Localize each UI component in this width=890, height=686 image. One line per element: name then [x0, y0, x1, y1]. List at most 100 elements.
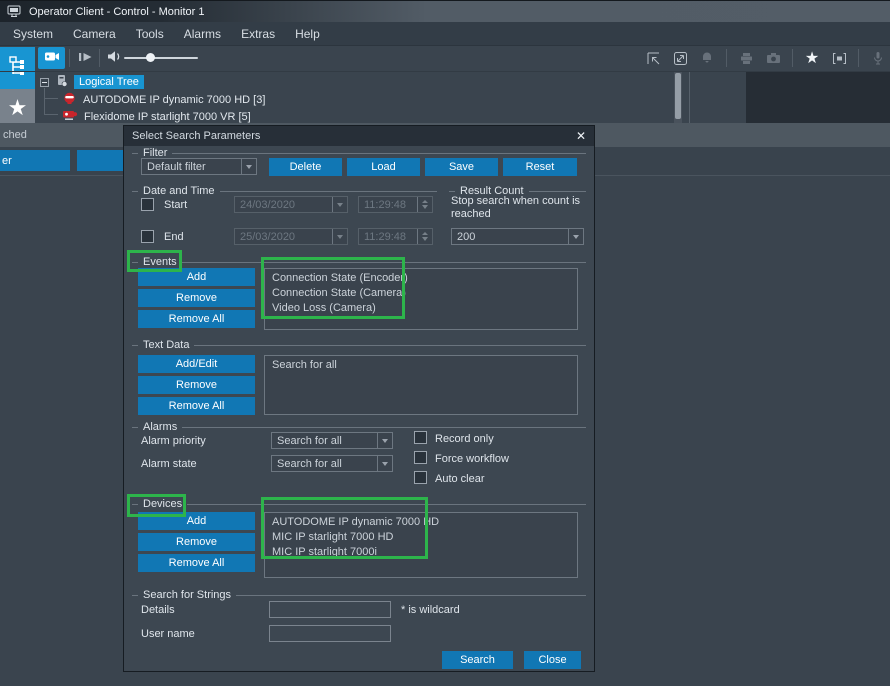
star-icon[interactable]: ★ — [804, 48, 820, 68]
force-workflow-label: Force workflow — [435, 453, 509, 465]
username-label: User name — [141, 628, 195, 640]
instant-playback-button[interactable] — [75, 49, 95, 67]
snapshot-icon[interactable] — [765, 52, 781, 64]
events-remove-all-button[interactable]: Remove All — [138, 310, 255, 328]
start-date-value: 24/03/2020 — [240, 199, 295, 211]
record-only-checkbox[interactable] — [414, 431, 427, 444]
sidebar-tab-favorites[interactable]: ★ — [0, 89, 35, 126]
alarm-bell-icon[interactable] — [699, 51, 715, 65]
end-checkbox[interactable] — [141, 230, 154, 243]
delete-button[interactable]: Delete — [269, 158, 342, 176]
username-input[interactable] — [269, 625, 391, 642]
load-button[interactable]: Load — [347, 158, 420, 176]
window-title: Operator Client - Control - Monitor 1 — [29, 6, 204, 18]
text-data-remove-all-button[interactable]: Remove All — [138, 397, 255, 415]
tree-item-autodome[interactable]: AUTODOME IP dynamic 7000 HD [3] — [62, 92, 265, 108]
start-date-select[interactable]: 24/03/2020 — [234, 196, 348, 213]
app-window: Operator Client - Control - Monitor 1 Sy… — [0, 0, 890, 686]
text-data-group-header: Text Data — [132, 339, 586, 351]
devices-remove-all-button[interactable]: Remove All — [138, 554, 255, 572]
menu-system[interactable]: System — [4, 24, 62, 44]
devices-remove-button[interactable]: Remove — [138, 533, 255, 551]
box-camera-icon — [62, 109, 78, 124]
collapse-icon[interactable] — [40, 78, 49, 87]
image-pane-icon[interactable] — [831, 52, 847, 65]
volume-button[interactable] — [104, 49, 124, 67]
instant-playback-icon — [77, 51, 93, 66]
search-button[interactable]: Search — [442, 651, 513, 669]
start-checkbox[interactable] — [141, 198, 154, 211]
save-button[interactable]: Save — [425, 158, 498, 176]
chevron-down-icon[interactable] — [241, 159, 256, 174]
server-icon — [55, 74, 68, 90]
dialog-title: Select Search Parameters — [132, 130, 260, 142]
end-date-value: 25/03/2020 — [240, 231, 295, 243]
end-time-spinner[interactable]: 11:29:48 — [358, 228, 433, 245]
auto-clear-checkbox[interactable] — [414, 471, 427, 484]
sidebar-tab-logical-tree[interactable] — [0, 47, 35, 89]
alarm-priority-label: Alarm priority — [141, 435, 206, 447]
alarm-priority-select[interactable]: Search for all — [271, 432, 393, 449]
spinner-arrows-icon[interactable] — [417, 229, 432, 244]
alarm-state-select[interactable]: Search for all — [271, 455, 393, 472]
title-bar: Operator Client - Control - Monitor 1 — [0, 0, 890, 22]
spinner-arrows-icon[interactable] — [417, 197, 432, 212]
alarms-group-label: Alarms — [143, 421, 177, 433]
filter-select[interactable]: Default filter — [141, 158, 257, 175]
tree-scrollbar-thumb[interactable] — [675, 73, 681, 119]
menu-tools[interactable]: Tools — [127, 24, 173, 44]
result-count-value: 200 — [457, 231, 475, 243]
reset-button[interactable]: Reset — [503, 158, 577, 176]
maximize-icon[interactable] — [672, 51, 688, 66]
list-item[interactable]: Search for all — [272, 358, 570, 373]
result-count-select[interactable]: 200 — [451, 228, 584, 245]
toolbar-separator — [69, 49, 70, 67]
datetime-group-label: Date and Time — [143, 185, 215, 197]
text-data-list[interactable]: Search for all — [264, 355, 578, 415]
tree-root-label[interactable]: Logical Tree — [74, 75, 144, 89]
chevron-down-icon[interactable] — [568, 229, 583, 244]
tree-guide-line — [44, 98, 58, 99]
wildcard-note: * is wildcard — [401, 604, 460, 616]
chevron-down-icon[interactable] — [377, 456, 392, 471]
alarm-state-value: Search for all — [277, 458, 342, 470]
details-input[interactable] — [269, 601, 391, 618]
close-button[interactable]: Close — [524, 651, 581, 669]
volume-slider[interactable] — [124, 57, 198, 59]
chevron-down-icon[interactable] — [332, 197, 347, 212]
tree-root-row[interactable]: Logical Tree — [40, 74, 144, 90]
text-data-add-edit-button[interactable]: Add/Edit — [138, 355, 255, 373]
volume-slider-knob[interactable] — [146, 53, 155, 62]
start-label: Start — [164, 199, 187, 211]
partial-header-text: ched — [3, 129, 27, 141]
toolbar-separator — [858, 49, 859, 67]
logical-tree-icon — [8, 56, 28, 81]
menu-help[interactable]: Help — [286, 24, 329, 44]
panel-divider — [689, 72, 690, 123]
tree-item-label: Flexidome IP starlight 7000 VR [5] — [84, 111, 251, 123]
camera-view-button[interactable] — [38, 47, 65, 69]
volume-icon — [106, 50, 123, 66]
dome-camera-icon — [62, 92, 77, 108]
end-date-select[interactable]: 25/03/2020 — [234, 228, 348, 245]
alarm-priority-value: Search for all — [277, 435, 342, 447]
menu-camera[interactable]: Camera — [64, 24, 125, 44]
partial-button-label: er — [2, 155, 12, 167]
partial-button[interactable]: er — [0, 150, 70, 171]
chevron-down-icon[interactable] — [377, 433, 392, 448]
microphone-icon[interactable] — [870, 51, 886, 65]
annotation-box-devices-label — [127, 494, 186, 517]
tree-item-flexidome[interactable]: Flexidome IP starlight 7000 VR [5] — [62, 109, 251, 124]
start-time-spinner[interactable]: 11:29:48 — [358, 196, 433, 213]
menu-alarms[interactable]: Alarms — [175, 24, 230, 44]
text-data-remove-button[interactable]: Remove — [138, 376, 255, 394]
close-icon[interactable]: ✕ — [576, 129, 586, 143]
events-remove-button[interactable]: Remove — [138, 289, 255, 307]
print-icon[interactable] — [738, 52, 754, 65]
menu-extras[interactable]: Extras — [232, 24, 284, 44]
favorites-star-icon: ★ — [8, 95, 28, 121]
force-workflow-checkbox[interactable] — [414, 451, 427, 464]
chevron-down-icon[interactable] — [332, 229, 347, 244]
partial-button[interactable] — [77, 150, 123, 171]
pane-arrow-icon[interactable] — [645, 51, 661, 66]
